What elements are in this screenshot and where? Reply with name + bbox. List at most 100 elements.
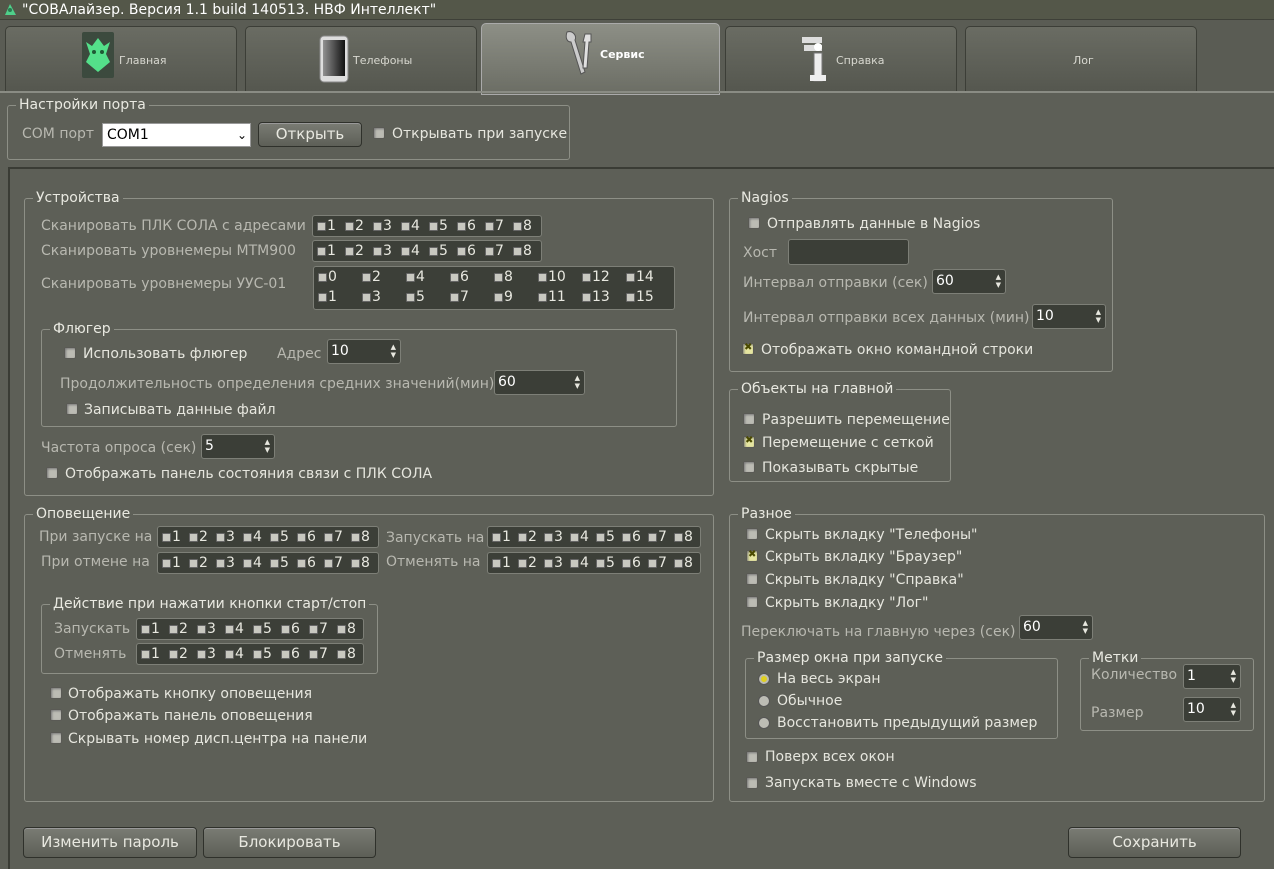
address-checkbox[interactable]: 8 <box>674 555 700 572</box>
size-restore-radio[interactable] <box>758 717 770 729</box>
address-checkbox[interactable]: 9 <box>494 289 538 306</box>
tab-service[interactable]: Сервис <box>481 23 720 95</box>
address-checkbox[interactable]: 5 <box>596 555 622 572</box>
address-checkbox[interactable]: 1 <box>492 555 518 572</box>
interval-spinbox[interactable]: 60 ▲ ▼ <box>932 269 1006 294</box>
show-alert-button-checkbox[interactable] <box>50 687 62 699</box>
show-hidden-checkbox[interactable] <box>743 461 755 473</box>
address-checkbox[interactable]: 1 <box>317 243 345 260</box>
address-checkbox[interactable]: 5 <box>253 621 281 638</box>
save-button[interactable]: Сохранить <box>1068 827 1241 858</box>
address-checkbox[interactable]: 4 <box>570 555 596 572</box>
marks-size-spinbox[interactable]: 10 ▲ ▼ <box>1183 697 1241 722</box>
address-checkbox[interactable]: 8 <box>337 621 365 638</box>
hide-log-checkbox[interactable] <box>746 596 758 608</box>
address-checkbox[interactable]: 2 <box>189 529 216 546</box>
address-checkbox[interactable]: 4 <box>401 218 429 235</box>
address-checkbox[interactable]: 14 <box>626 269 670 286</box>
address-checkbox[interactable]: 3 <box>197 621 225 638</box>
poll-spinbox[interactable]: 5 ▲ ▼ <box>201 434 275 459</box>
address-checkbox[interactable]: 2 <box>169 646 197 663</box>
tab-main[interactable]: Главная <box>5 26 237 92</box>
address-checkbox[interactable]: 5 <box>429 243 457 260</box>
allow-move-checkbox[interactable] <box>743 413 755 425</box>
address-checkbox[interactable]: 5 <box>406 289 450 306</box>
tab-phones[interactable]: Телефоны <box>245 26 477 92</box>
address-checkbox[interactable]: 2 <box>189 555 216 572</box>
address-checkbox[interactable]: 1 <box>162 555 189 572</box>
address-checkbox[interactable]: 8 <box>494 269 538 286</box>
address-checkbox[interactable]: 6 <box>450 269 494 286</box>
address-checkbox[interactable]: 4 <box>243 529 270 546</box>
hide-phones-checkbox[interactable] <box>746 528 758 540</box>
size-full-radio[interactable] <box>758 673 770 685</box>
address-checkbox[interactable]: 5 <box>596 529 622 546</box>
grid-move-checkbox[interactable] <box>743 435 755 448</box>
address-checkbox[interactable]: 10 <box>538 269 582 286</box>
address-checkbox[interactable]: 3 <box>373 218 401 235</box>
address-checkbox[interactable]: 6 <box>622 529 648 546</box>
host-input[interactable] <box>788 239 909 265</box>
address-checkbox[interactable]: 2 <box>518 555 544 572</box>
open-port-button[interactable]: Открыть <box>258 122 362 147</box>
address-checkbox[interactable]: 11 <box>538 289 582 306</box>
show-plc-panel-checkbox[interactable] <box>46 467 58 479</box>
address-checkbox[interactable]: 8 <box>337 646 365 663</box>
hide-number-checkbox[interactable] <box>50 732 62 744</box>
address-checkbox[interactable]: 5 <box>270 529 297 546</box>
address-checkbox[interactable]: 7 <box>309 646 337 663</box>
address-checkbox[interactable]: 7 <box>648 555 674 572</box>
hide-browser-checkbox[interactable] <box>746 549 758 562</box>
all-interval-spinbox[interactable]: 10 ▲ ▼ <box>1032 304 1106 329</box>
address-checkbox[interactable]: 1 <box>317 218 345 235</box>
address-checkbox[interactable]: 2 <box>518 529 544 546</box>
address-checkbox[interactable]: 2 <box>345 243 373 260</box>
address-checkbox[interactable]: 3 <box>544 555 570 572</box>
address-checkbox[interactable]: 2 <box>362 269 406 286</box>
address-checkbox[interactable]: 3 <box>544 529 570 546</box>
address-checkbox[interactable]: 7 <box>309 621 337 638</box>
marks-count-spinbox[interactable]: 1 ▲ ▼ <box>1183 664 1241 689</box>
address-checkbox[interactable]: 13 <box>582 289 626 306</box>
address-checkbox[interactable]: 4 <box>570 529 596 546</box>
vane-address-spinbox[interactable]: 10 ▲ ▼ <box>327 339 401 364</box>
lock-button[interactable]: Блокировать <box>203 827 376 858</box>
address-checkbox[interactable]: 1 <box>141 621 169 638</box>
address-checkbox[interactable]: 7 <box>450 289 494 306</box>
address-checkbox[interactable]: 3 <box>362 289 406 306</box>
address-checkbox[interactable]: 3 <box>197 646 225 663</box>
address-checkbox[interactable]: 6 <box>297 529 324 546</box>
address-checkbox[interactable]: 6 <box>457 243 485 260</box>
address-checkbox[interactable]: 12 <box>582 269 626 286</box>
address-checkbox[interactable]: 5 <box>429 218 457 235</box>
address-checkbox[interactable]: 8 <box>513 218 541 235</box>
address-checkbox[interactable]: 4 <box>406 269 450 286</box>
hide-help-checkbox[interactable] <box>746 573 758 585</box>
tab-help[interactable]: Справка <box>725 26 957 92</box>
address-checkbox[interactable]: 15 <box>626 289 670 306</box>
send-nagios-checkbox[interactable] <box>748 217 760 229</box>
address-checkbox[interactable]: 1 <box>492 529 518 546</box>
address-checkbox[interactable]: 6 <box>297 555 324 572</box>
address-checkbox[interactable]: 7 <box>324 555 351 572</box>
address-checkbox[interactable]: 1 <box>162 529 189 546</box>
address-checkbox[interactable]: 3 <box>373 243 401 260</box>
address-checkbox[interactable]: 4 <box>225 621 253 638</box>
size-normal-radio[interactable] <box>758 695 770 707</box>
address-checkbox[interactable]: 1 <box>141 646 169 663</box>
duration-spinbox[interactable]: 60 ▲ ▼ <box>494 370 585 395</box>
use-vane-checkbox[interactable] <box>64 347 76 359</box>
show-cmd-checkbox[interactable] <box>742 342 754 355</box>
topmost-checkbox[interactable] <box>746 751 758 763</box>
address-checkbox[interactable]: 7 <box>324 529 351 546</box>
address-checkbox[interactable]: 3 <box>216 555 243 572</box>
address-checkbox[interactable]: 4 <box>243 555 270 572</box>
address-checkbox[interactable]: 8 <box>513 243 541 260</box>
open-on-start-checkbox[interactable] <box>373 127 385 139</box>
tab-log[interactable]: Лог <box>965 26 1197 92</box>
address-checkbox[interactable]: 6 <box>281 646 309 663</box>
address-checkbox[interactable]: 1 <box>318 289 362 306</box>
address-checkbox[interactable]: 5 <box>270 555 297 572</box>
address-checkbox[interactable]: 7 <box>485 243 513 260</box>
com-port-select[interactable]: COM1 ⌄ <box>102 123 251 147</box>
